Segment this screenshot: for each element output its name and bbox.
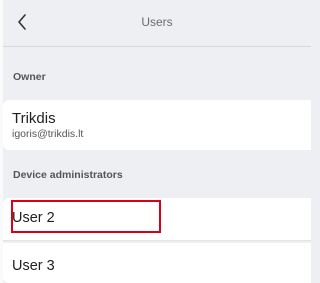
users-screen: Users Owner Trikdis igoris@trikdis.lt De… [0,0,311,283]
admins-section-label: Device administrators [13,169,123,181]
owner-name: Trikdis [12,110,56,127]
user-row-label: User 2 [12,210,55,226]
user-row-user-3[interactable]: User 3 [3,243,311,283]
user-row-label: User 3 [12,258,55,274]
owner-email: igoris@trikdis.lt [12,128,84,140]
owner-section-label: Owner [13,71,46,83]
owner-card[interactable]: Trikdis igoris@trikdis.lt [3,100,311,150]
user-row-user-2[interactable]: User 2 [3,198,311,241]
page-title: Users [141,15,173,29]
header-bar: Users [3,0,311,47]
